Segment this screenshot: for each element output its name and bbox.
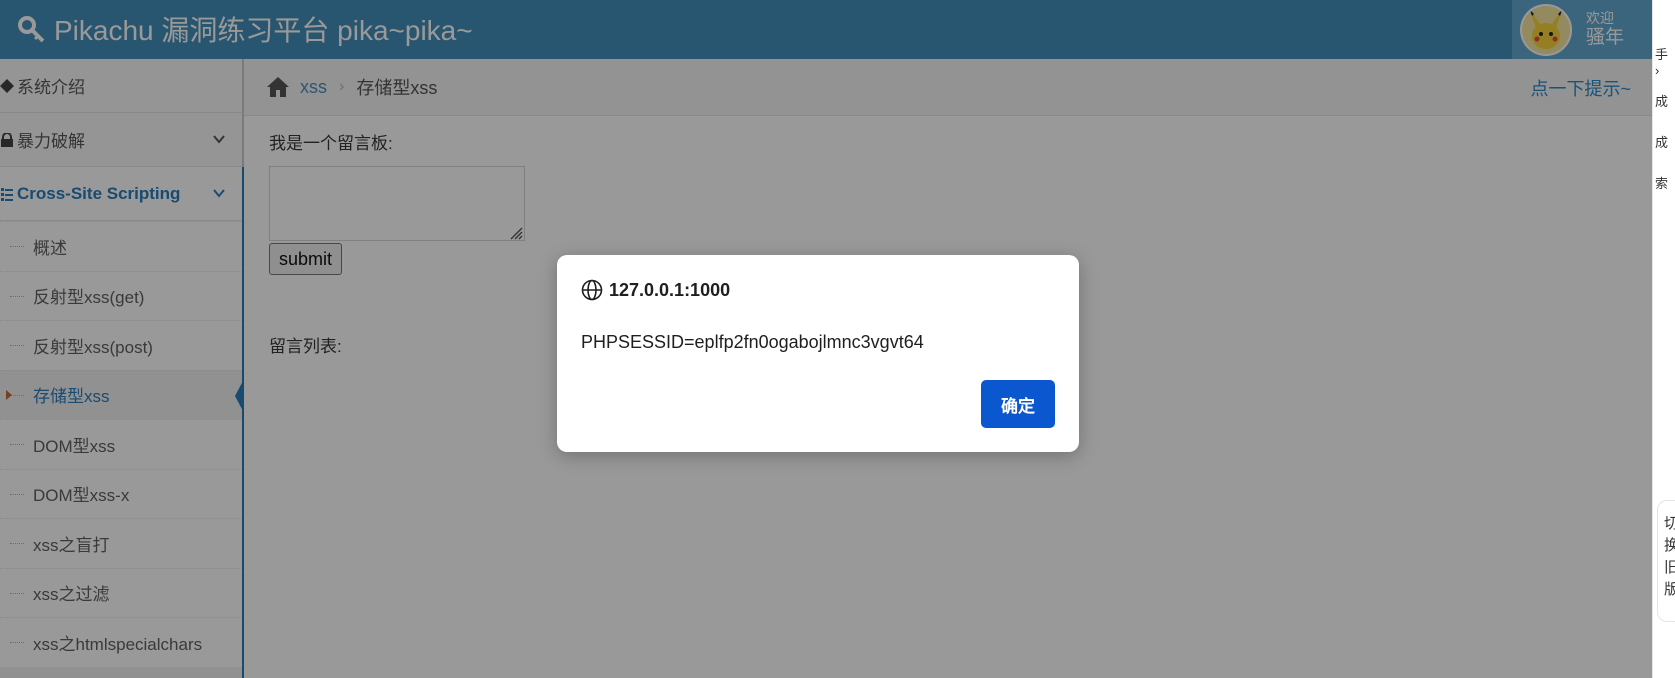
switch-old-version-tab[interactable]: 切换旧版 (1657, 500, 1675, 622)
right-panel-item[interactable]: 成 (1655, 91, 1668, 110)
switch-old-version-label: 切换旧版 (1664, 515, 1675, 598)
right-panel-item[interactable]: 索 (1655, 173, 1668, 192)
right-panel-item[interactable]: 成 (1655, 132, 1668, 151)
alert-dialog: 127.0.0.1:1000 PHPSESSID=eplfp2fn0ogaboj… (557, 255, 1079, 452)
globe-icon (581, 279, 603, 301)
ok-button[interactable]: 确定 (981, 380, 1055, 428)
dialog-header: 127.0.0.1:1000 (581, 279, 730, 301)
right-panel-item[interactable]: 手 › (1655, 44, 1675, 78)
dialog-origin: 127.0.0.1:1000 (609, 279, 731, 300)
dialog-message: PHPSESSID=eplfp2fn0ogabojlmnc3vgvt64 (581, 332, 924, 352)
